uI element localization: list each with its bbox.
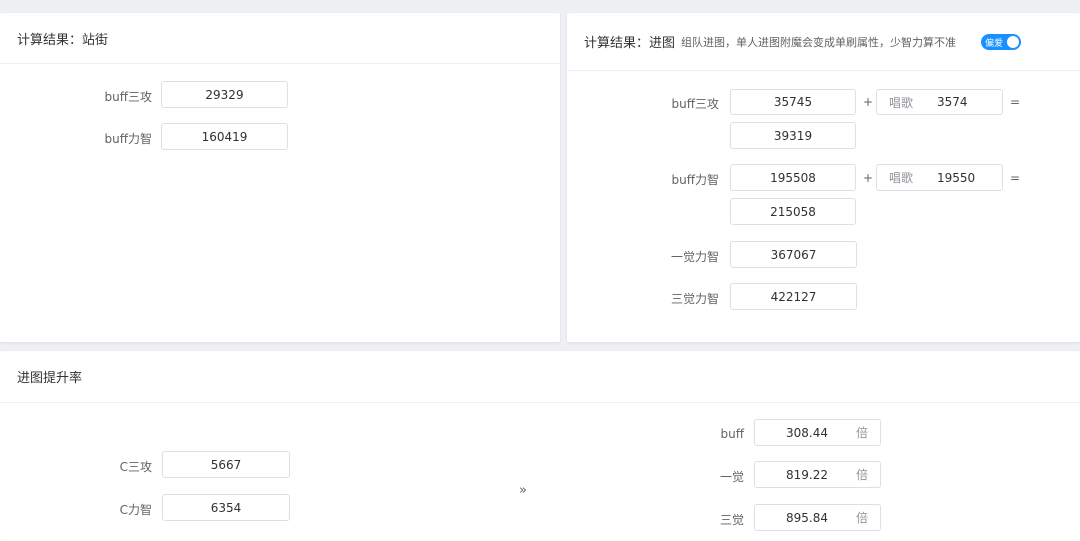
stand-result-card: 计算结果：站街 buff三攻 29329 buff力智 160419 xyxy=(0,13,560,342)
stand-attack-field[interactable]: 29329 xyxy=(161,81,288,108)
rate-awakening-3-label: 三觉 xyxy=(719,513,744,527)
awakening-1-label: 一觉力智 xyxy=(670,250,719,264)
dungeon-attack-total-field[interactable]: 39319 xyxy=(730,122,856,149)
rate-awakening-1-field[interactable]: 819.22 倍 xyxy=(754,461,881,488)
plus-sign: + xyxy=(863,171,874,185)
dungeon-stat-chant-field[interactable]: 唱歌 19550 xyxy=(876,164,1003,191)
double-chevron-right-icon: » xyxy=(519,483,527,498)
dungeon-attack-base-field[interactable]: 35745 xyxy=(730,89,856,115)
improvement-rate-card: 进图提升率 C三攻 5667 C力智 6354 » buff 308.44 倍 … xyxy=(0,351,1080,541)
stand-result-header: 计算结果：站街 xyxy=(0,13,560,64)
dungeon-result-card: 计算结果：进图 组队进图，单人进图附魔会变成单刷属性，少智力算不准 偏爱 buf… xyxy=(567,13,1080,342)
stand-stat-field[interactable]: 160419 xyxy=(161,123,288,150)
toggle-knob xyxy=(1007,36,1019,48)
c-stat-input[interactable]: 6354 xyxy=(162,494,290,521)
stand-stat-label: buff力智 xyxy=(104,132,153,146)
rate-buff-field[interactable]: 308.44 倍 xyxy=(754,419,881,446)
c-attack-input[interactable]: 5667 xyxy=(162,451,290,478)
c-stat-label: C力智 xyxy=(119,503,152,517)
equals-sign: = xyxy=(1010,171,1021,185)
stand-result-title: 计算结果：站街 xyxy=(17,32,109,48)
dungeon-attack-label: buff三攻 xyxy=(671,97,720,111)
equals-sign: = xyxy=(1010,95,1021,109)
rate-awakening-1-label: 一觉 xyxy=(719,470,744,484)
stand-attack-label: buff三攻 xyxy=(104,90,153,104)
dungeon-stat-label: buff力智 xyxy=(671,173,720,187)
improvement-rate-title: 进图提升率 xyxy=(17,371,83,386)
improvement-rate-header: 进图提升率 xyxy=(0,351,1080,403)
dungeon-result-title: 计算结果：进图 xyxy=(584,36,676,51)
awakening-3-field[interactable]: 422127 xyxy=(730,283,857,310)
rate-buff-label: buff xyxy=(720,427,745,441)
plus-sign: + xyxy=(863,95,874,109)
c-attack-label: C三攻 xyxy=(119,460,152,474)
dungeon-stat-base-field[interactable]: 195508 xyxy=(730,164,856,191)
dungeon-result-note: 组队进图，单人进图附魔会变成单刷属性，少智力算不准 xyxy=(681,35,957,49)
rate-awakening-3-field[interactable]: 895.84 倍 xyxy=(754,504,881,531)
favor-toggle-label: 偏爱 xyxy=(985,38,1004,49)
awakening-3-label: 三觉力智 xyxy=(670,292,719,306)
awakening-1-field[interactable]: 367067 xyxy=(730,241,857,268)
dungeon-stat-total-field[interactable]: 215058 xyxy=(730,198,856,225)
favor-toggle[interactable]: 偏爱 xyxy=(981,34,1021,50)
dungeon-attack-chant-field[interactable]: 唱歌 3574 xyxy=(876,89,1003,115)
